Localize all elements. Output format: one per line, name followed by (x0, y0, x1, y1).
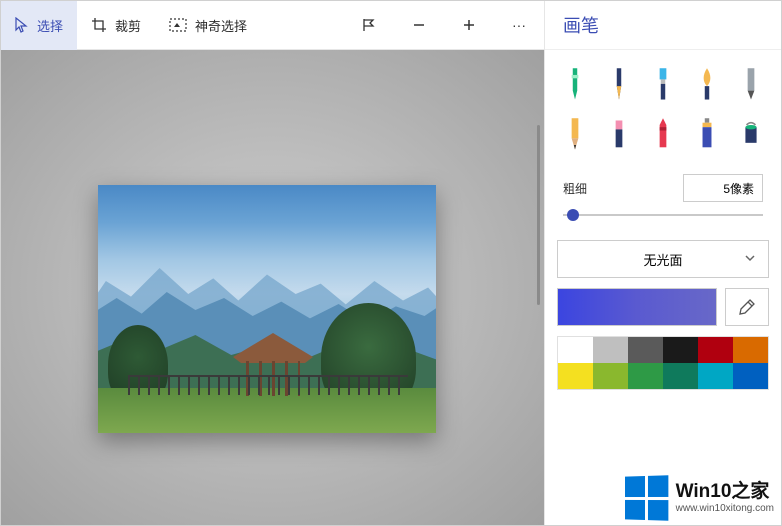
brush-paintbrush[interactable] (641, 60, 685, 110)
brush-pencil[interactable] (553, 110, 597, 160)
more-icon: ··· (512, 17, 526, 33)
plus-icon (462, 18, 476, 32)
toolbar: 选择 裁剪 神奇选择 (1, 1, 544, 50)
crop-icon (91, 17, 107, 33)
color-palette (557, 336, 769, 390)
flag-icon (362, 18, 376, 32)
thickness-row: 粗细 5像素 (545, 166, 781, 202)
brush-spray-can[interactable] (685, 110, 729, 160)
magic-select-icon (169, 18, 187, 32)
canvas-image[interactable] (98, 185, 436, 433)
palette-color[interactable] (733, 337, 768, 363)
surface-dropdown[interactable]: 无光面 (557, 240, 769, 278)
brush-eraser[interactable] (597, 110, 641, 160)
watermark: Win10之家 www.win10xitong.com (624, 476, 774, 520)
panel-title: 画笔 (545, 1, 781, 50)
app-root: 选择 裁剪 神奇选择 (0, 0, 782, 526)
brush-oil-brush[interactable] (685, 60, 729, 110)
canvas-scrollbar[interactable] (537, 125, 540, 305)
palette-color[interactable] (663, 363, 698, 389)
eyedropper-button[interactable] (725, 288, 769, 326)
palette-color[interactable] (628, 337, 663, 363)
brush-pencil-tip[interactable] (729, 60, 773, 110)
current-color-row (557, 288, 769, 326)
palette-color[interactable] (593, 337, 628, 363)
canvas-area[interactable] (1, 50, 544, 525)
thickness-slider[interactable] (563, 208, 763, 222)
surface-label: 无光面 (643, 250, 682, 269)
crop-tool[interactable]: 裁剪 (77, 1, 155, 50)
select-tool[interactable]: 选择 (1, 1, 77, 50)
chevron-down-icon (744, 252, 756, 267)
thickness-input[interactable]: 5像素 (683, 174, 763, 202)
magic-select-tool[interactable]: 神奇选择 (155, 1, 261, 50)
minus-icon (412, 18, 426, 32)
slider-thumb-icon[interactable] (567, 209, 579, 221)
brush-crayon[interactable] (641, 110, 685, 160)
palette-color[interactable] (593, 363, 628, 389)
magic-select-label: 神奇选择 (195, 16, 247, 35)
brush-marker[interactable] (553, 60, 597, 110)
current-color-swatch[interactable] (557, 288, 717, 326)
zoom-out-tool[interactable] (394, 1, 444, 50)
brush-paint-bucket[interactable] (729, 110, 773, 160)
palette-color[interactable] (698, 363, 733, 389)
more-tool[interactable]: ··· (494, 1, 544, 50)
palette-color[interactable] (628, 363, 663, 389)
palette-color[interactable] (558, 363, 593, 389)
watermark-title: Win10之家 (676, 482, 774, 503)
flag-tool[interactable] (344, 1, 394, 50)
brush-calligraphy-pen[interactable] (597, 60, 641, 110)
windows-logo-icon (625, 475, 668, 520)
cursor-icon (15, 17, 29, 33)
select-label: 选择 (37, 16, 63, 35)
watermark-url: www.win10xitong.com (676, 503, 774, 514)
brush-grid (545, 50, 781, 166)
zoom-in-tool[interactable] (444, 1, 494, 50)
palette-color[interactable] (733, 363, 768, 389)
eyedropper-icon (738, 298, 756, 316)
palette-color[interactable] (558, 337, 593, 363)
thickness-label: 粗细 (563, 180, 587, 197)
left-pane: 选择 裁剪 神奇选择 (1, 1, 544, 525)
crop-label: 裁剪 (115, 16, 141, 35)
brush-panel: 画笔 粗细 5像素 无光面 (544, 1, 781, 525)
palette-color[interactable] (698, 337, 733, 363)
palette-color[interactable] (663, 337, 698, 363)
